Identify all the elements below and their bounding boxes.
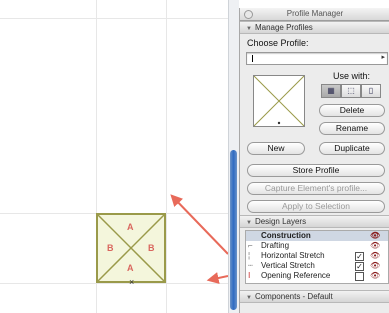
arrow-vertical-stretch — [206, 272, 228, 284]
use-with-label: Use with: — [333, 71, 371, 81]
beam-tool-icon[interactable]: ⬚ — [341, 84, 361, 98]
duplicate-button[interactable]: Duplicate — [319, 142, 385, 155]
opening-reference-icon: Ⅰ — [248, 271, 251, 280]
eye-icon[interactable]: 👁 — [370, 261, 380, 271]
layer-name: Drafting — [261, 241, 290, 250]
eye-icon[interactable]: 👁 — [370, 241, 380, 251]
preview-graphic — [253, 75, 305, 127]
design-layers-list: Construction 👁 ⌐ Drafting 👁 ¦ Horizontal… — [245, 230, 389, 284]
horizontal-stretch-icon: ¦ — [248, 251, 251, 260]
text-caret — [252, 55, 253, 62]
column-tool-icon[interactable]: ▯ — [361, 84, 381, 98]
eye-icon[interactable]: 👁 — [370, 271, 380, 281]
layer-row-vertical-stretch[interactable]: ┄ Vertical Stretch ✓ 👁 — [246, 261, 388, 271]
section-manage-profiles[interactable]: ▼ Manage Profiles — [240, 21, 389, 34]
use-with-toggles: ▦ ⬚ ▯ — [321, 84, 381, 98]
close-icon[interactable] — [244, 10, 253, 19]
layer-name: Construction — [261, 231, 311, 240]
new-button[interactable]: New — [247, 142, 305, 155]
profile-manager-panel: Profile Manager ▼ Manage Profiles Choose … — [239, 8, 389, 313]
layer-row-construction[interactable]: Construction 👁 — [246, 231, 388, 241]
section-label: Design Layers — [254, 217, 307, 226]
rename-button[interactable]: Rename — [319, 122, 385, 135]
vertical-scrollbar[interactable] — [228, 0, 239, 313]
apply-to-selection-button[interactable]: Apply to Selection — [247, 200, 385, 213]
layer-row-horizontal-stretch[interactable]: ¦ Horizontal Stretch ✓ 👁 — [246, 251, 388, 261]
choose-profile-label: Choose Profile: — [247, 38, 309, 48]
drawing-canvas[interactable]: A A B B × — [0, 0, 228, 313]
layer-checkbox[interactable] — [355, 272, 364, 281]
eye-icon[interactable]: 👁 — [370, 231, 380, 241]
triangle-down-icon: ▼ — [246, 26, 252, 32]
triangle-down-icon: ▼ — [246, 220, 252, 226]
section-label: Components - Default — [254, 292, 333, 301]
profile-preview — [253, 75, 305, 127]
panel-titlebar[interactable]: Profile Manager — [240, 8, 389, 21]
profile-select[interactable]: ▸ — [246, 52, 388, 65]
section-components[interactable]: ▼ Components - Default — [240, 290, 389, 303]
layer-row-opening-reference[interactable]: Ⅰ Opening Reference 👁 — [246, 271, 388, 281]
triangle-down-icon: ▼ — [246, 295, 252, 301]
eye-icon[interactable]: 👁 — [370, 251, 380, 261]
wall-tool-icon[interactable]: ▦ — [321, 84, 341, 98]
layer-row-drafting[interactable]: ⌐ Drafting 👁 — [246, 241, 388, 251]
vertical-stretch-icon: ┄ — [248, 261, 253, 270]
capture-profile-button[interactable]: Capture Element's profile... — [247, 182, 385, 195]
section-design-layers[interactable]: ▼ Design Layers — [240, 215, 389, 228]
arrow-horizontal-stretch — [170, 194, 228, 255]
layer-name: Vertical Stretch — [261, 261, 315, 270]
delete-button[interactable]: Delete — [319, 104, 385, 117]
layer-checkbox[interactable]: ✓ — [355, 252, 364, 261]
section-label: Manage Profiles — [254, 23, 313, 32]
scrollbar-thumb[interactable] — [230, 150, 237, 310]
layer-name: Horizontal Stretch — [261, 251, 325, 260]
store-profile-button[interactable]: Store Profile — [247, 164, 385, 177]
layer-checkbox[interactable]: ✓ — [355, 262, 364, 271]
drafting-icon: ⌐ — [248, 241, 253, 250]
annotation-arrows — [170, 194, 228, 284]
layer-name: Opening Reference — [261, 271, 331, 280]
chevron-right-icon[interactable]: ▸ — [381, 53, 385, 61]
panel-title: Profile Manager — [286, 9, 344, 18]
